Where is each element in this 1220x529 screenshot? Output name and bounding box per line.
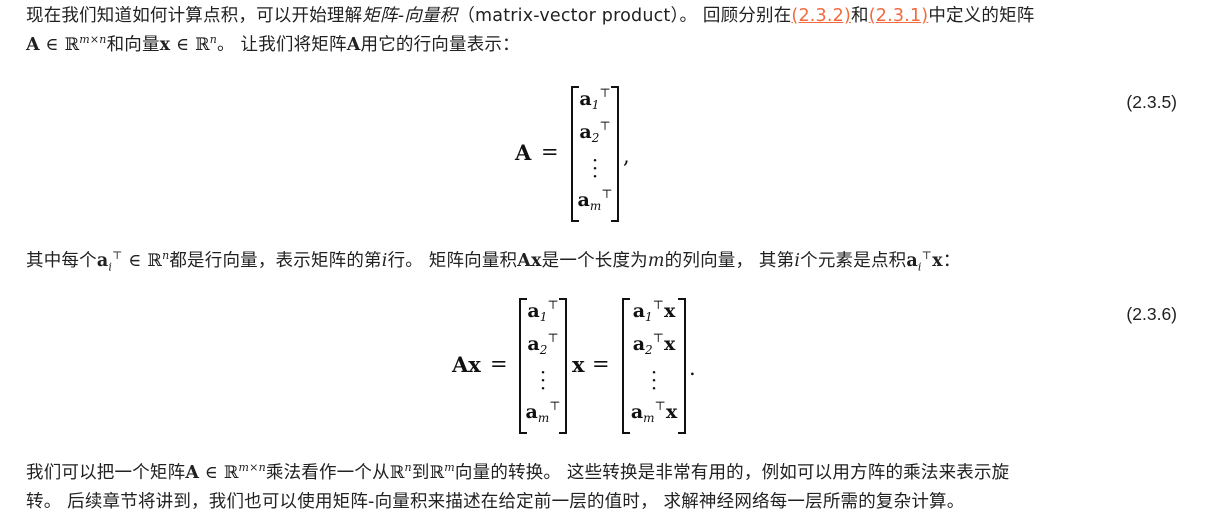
math-x: x xyxy=(572,352,585,377)
text: 到 xyxy=(411,463,430,483)
math-period: . xyxy=(689,356,696,380)
math: ∈ ℝ xyxy=(199,463,239,483)
math-equals: = xyxy=(592,352,610,376)
paragraph-transformations: 我们可以把一个矩阵A ∈ ℝm×n乘法看作一个从ℝn到ℝm向量的转换。 这些转换… xyxy=(26,459,1186,517)
text: 我们可以把一个矩阵 xyxy=(26,463,186,483)
text: 向量的转换。 这些转换是非常有用的，例如可以用方阵的乘法来表示旋 xyxy=(454,463,1010,483)
equation-number: (2.3.6) xyxy=(1126,304,1177,324)
math-A: A xyxy=(185,463,200,483)
math: ℝ xyxy=(389,463,405,483)
text: 乘法看作一个从 xyxy=(265,463,390,483)
math-equals: = xyxy=(490,352,508,376)
row-vector-matrix: a1⊤ a2⊤ · · · am⊤ xyxy=(519,298,567,434)
math: ℝ xyxy=(429,463,445,483)
math: m xyxy=(444,461,455,474)
math: n xyxy=(404,461,412,474)
math-Ax: Ax xyxy=(452,352,481,377)
text: 转。 后续章节将讲到，我们也可以使用矩阵-向量积来描述在给定前一层的值时， 求解… xyxy=(26,492,965,512)
equation-2-3-6: Ax = a1⊤ a2⊤ · · · am⊤ x = a1⊤x a2⊤x · · · a… xyxy=(0,0,1220,529)
dot-product-vector: a1⊤x a2⊤x · · · am⊤x xyxy=(622,298,686,434)
page: 现在我们知道如何计算点积，可以开始理解矩阵-向量积（matrix-vector … xyxy=(0,0,1220,529)
math: m×n xyxy=(238,461,266,474)
